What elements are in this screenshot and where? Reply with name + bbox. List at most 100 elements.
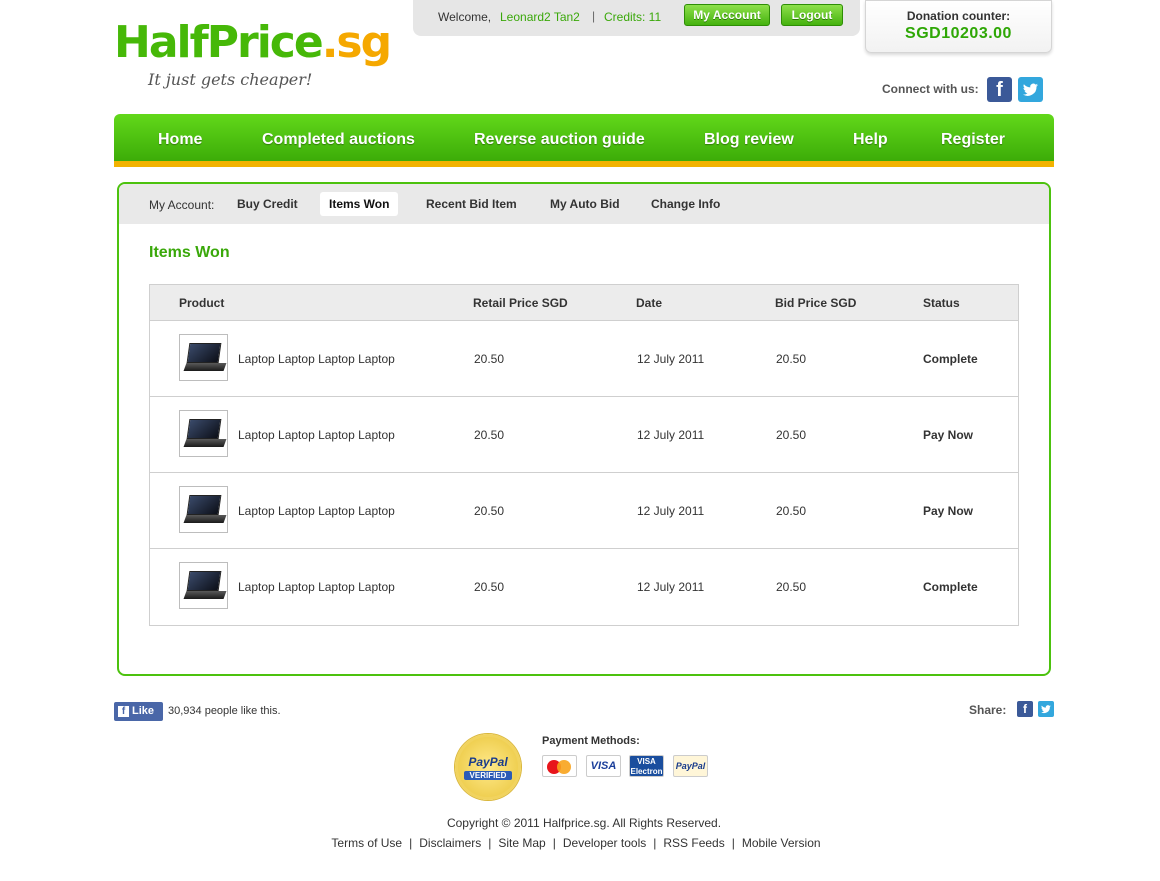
footer-link-separator: | [653, 836, 657, 850]
tab-recent-bid-item[interactable]: Recent Bid Item [417, 192, 526, 216]
user-bar: Welcome, Leonard2 Tan2 | Credits: 11 My … [413, 0, 860, 36]
product-name[interactable]: Laptop Laptop Laptop Laptop [238, 352, 395, 366]
logo-sg: sg [336, 17, 392, 68]
footer-link-mobile-version[interactable]: Mobile Version [742, 836, 821, 850]
mastercard-icon [542, 755, 577, 777]
share-facebook-icon[interactable]: f [1017, 701, 1033, 717]
nav-reverse-auction-guide[interactable]: Reverse auction guide [474, 114, 645, 161]
date: 12 July 2011 [637, 580, 705, 594]
tab-change-info[interactable]: Change Info [642, 192, 729, 216]
tab-buy-credit[interactable]: Buy Credit [228, 192, 307, 216]
nav-blog-review[interactable]: Blog review [704, 114, 794, 161]
col-retail-price: Retail Price SGD [473, 296, 568, 310]
logo-dot: . [321, 17, 339, 68]
paypal-verified-seal[interactable]: PayPal VERIFIED [455, 734, 521, 800]
nav-help[interactable]: Help [853, 114, 888, 161]
laptop-base [183, 363, 227, 371]
col-date: Date [636, 296, 663, 310]
nav-completed-auctions[interactable]: Completed auctions [262, 114, 415, 161]
welcome-text: Welcome, [438, 10, 492, 24]
date: 12 July 2011 [637, 504, 705, 518]
product-name[interactable]: Laptop Laptop Laptop Laptop [238, 580, 395, 594]
donation-counter: Donation counter: SGD10203.00 [865, 0, 1052, 53]
visa-electron-icon: VISA Electron [629, 755, 664, 777]
nav-register[interactable]: Register [941, 114, 1005, 161]
pay-now-link[interactable]: Pay Now [923, 504, 973, 518]
table-row: Laptop Laptop Laptop Laptop 20.50 12 Jul… [150, 473, 1018, 549]
username-link[interactable]: Leonard2 Tan2 [500, 10, 580, 24]
retail-price: 20.50 [474, 428, 505, 442]
col-product: Product [179, 296, 225, 310]
footer-link-developer-tools[interactable]: Developer tools [563, 836, 646, 850]
bid-price: 20.50 [776, 580, 807, 594]
connect-label: Connect with us: [882, 82, 979, 96]
logout-button[interactable]: Logout [781, 4, 843, 26]
site-logo[interactable]: HalfPrice.sg It just gets cheaper! [114, 18, 392, 98]
payment-methods-label: Payment Methods: [542, 735, 640, 747]
my-account-button[interactable]: My Account [684, 4, 770, 26]
pay-now-link[interactable]: Pay Now [923, 428, 973, 442]
product-name[interactable]: Laptop Laptop Laptop Laptop [238, 428, 395, 442]
bid-price: 20.50 [776, 352, 807, 366]
status-complete: Complete [923, 352, 978, 366]
account-subnav: My Account: Buy Credit Items Won Recent … [119, 184, 1049, 224]
date: 12 July 2011 [637, 428, 705, 442]
paypal-seal-verified: VERIFIED [464, 771, 512, 780]
facebook-icon[interactable]: f [987, 77, 1012, 102]
laptop-base [183, 515, 227, 523]
visa-electron-bottom: Electron [630, 767, 663, 776]
page: HalfPrice.sg It just gets cheaper! Welco… [0, 0, 1160, 881]
footer-link-site-map[interactable]: Site Map [498, 836, 545, 850]
section-title: Items Won [149, 244, 230, 261]
footer-link-rss-feeds[interactable]: RSS Feeds [663, 836, 724, 850]
footer-link-separator: | [552, 836, 556, 850]
facebook-like-button[interactable]: f Like [114, 702, 163, 721]
col-bid-price: Bid Price SGD [775, 296, 857, 310]
product-name[interactable]: Laptop Laptop Laptop Laptop [238, 504, 395, 518]
table-row: Laptop Laptop Laptop Laptop 20.50 12 Jul… [150, 397, 1018, 473]
twitter-icon[interactable] [1018, 77, 1043, 102]
account-panel: My Account: Buy Credit Items Won Recent … [117, 182, 1051, 676]
footer-link-disclaimers[interactable]: Disclaimers [419, 836, 481, 850]
footer-link-terms[interactable]: Terms of Use [331, 836, 402, 850]
laptop-base [183, 439, 227, 447]
product-thumbnail[interactable] [179, 486, 228, 533]
share-twitter-icon[interactable] [1038, 701, 1054, 717]
tab-items-won[interactable]: Items Won [320, 192, 399, 216]
logo-half: Half [114, 17, 209, 68]
share-label: Share: [969, 703, 1007, 717]
donation-label: Donation counter: [906, 9, 1011, 23]
footer-links: Terms of Use | Disclaimers | Site Map | Develo… [0, 836, 1152, 850]
footer-link-separator: | [409, 836, 413, 850]
items-won-table: Product Retail Price SGD Date Bid Price … [149, 284, 1019, 626]
product-thumbnail[interactable] [179, 410, 228, 457]
footer-link-separator: | [488, 836, 492, 850]
visa-icon: VISA [586, 755, 621, 777]
status-complete: Complete [923, 580, 978, 594]
main-nav: Home Completed auctions Reverse auction … [114, 114, 1054, 167]
product-thumbnail[interactable] [179, 334, 228, 381]
date: 12 July 2011 [637, 352, 705, 366]
table-row: Laptop Laptop Laptop Laptop 20.50 12 Jul… [150, 549, 1018, 625]
nav-home[interactable]: Home [158, 114, 202, 161]
retail-price: 20.50 [474, 580, 505, 594]
logo-wordmark: HalfPrice.sg [114, 17, 392, 68]
laptop-screen [186, 571, 222, 591]
twitter-bird-glyph [1023, 83, 1038, 96]
visa-electron-top: VISA [637, 757, 656, 766]
retail-price: 20.50 [474, 352, 505, 366]
laptop-base [183, 591, 227, 599]
share-twitter-glyph [1041, 705, 1051, 714]
facebook-like-icon: f [118, 706, 129, 717]
my-account-label: My Account: [149, 198, 215, 212]
laptop-screen [186, 419, 222, 439]
product-thumbnail[interactable] [179, 562, 228, 609]
tab-my-auto-bid[interactable]: My Auto Bid [541, 192, 629, 216]
donation-value: SGD10203.00 [905, 25, 1012, 42]
table-header: Product Retail Price SGD Date Bid Price … [150, 285, 1018, 321]
paypal-seal-brand: PayPal [468, 755, 508, 769]
credits-link[interactable]: Credits: 11 [604, 10, 661, 24]
bid-price: 20.50 [776, 428, 807, 442]
paypal-card-icon: PayPal [673, 755, 708, 777]
like-label: Like [132, 705, 155, 717]
